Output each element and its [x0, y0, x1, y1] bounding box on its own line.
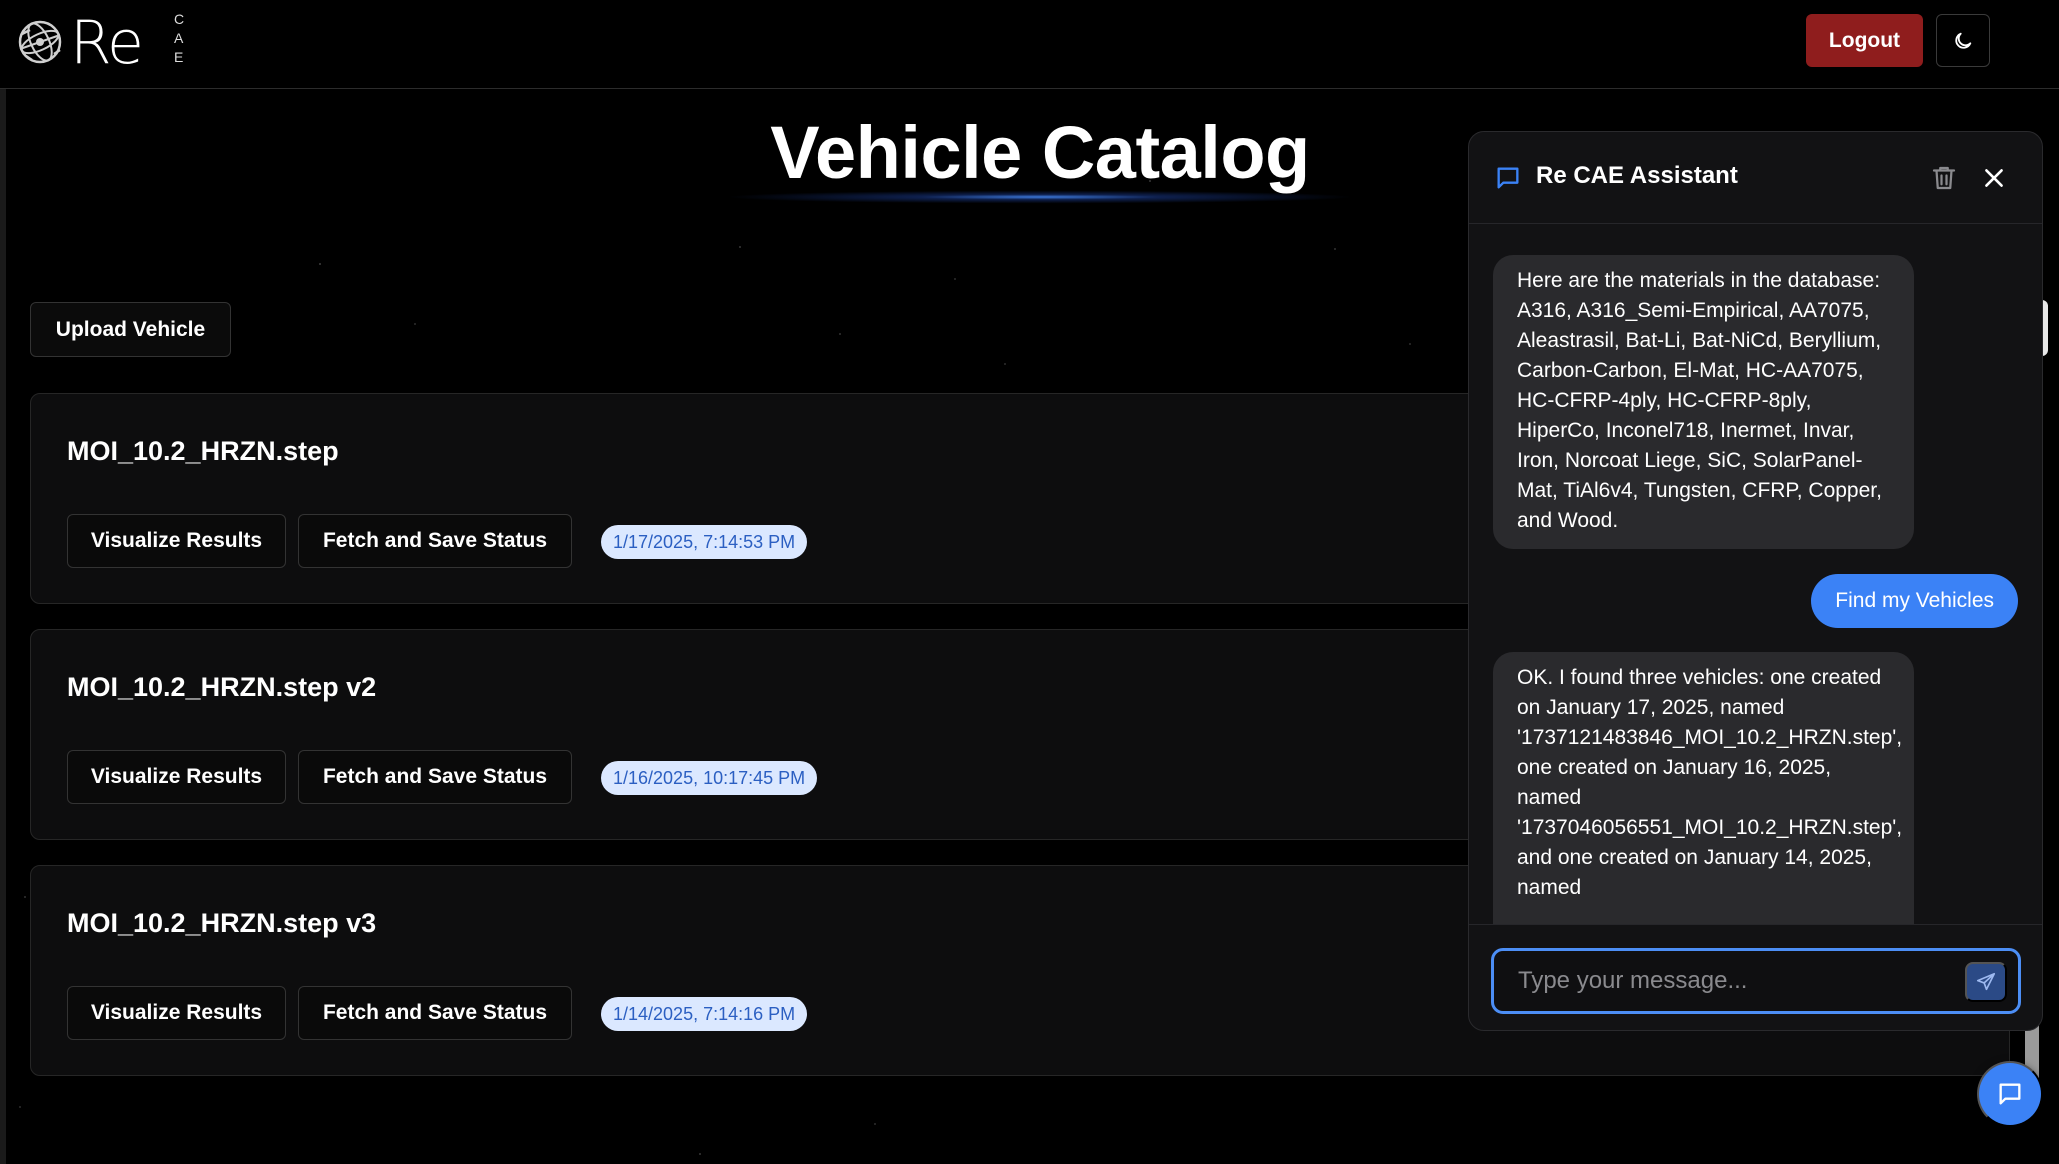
chat-footer [1469, 924, 2042, 1030]
timestamp-badge: 1/16/2025, 10:17:45 PM [601, 761, 818, 795]
upload-vehicle-button[interactable]: Upload Vehicle [30, 302, 231, 357]
chat-bubble-icon [1497, 167, 1519, 189]
logo-sub-letter: C [174, 11, 185, 27]
vehicle-name: MOI_10.2_HRZN.step v3 [67, 908, 377, 938]
trash-icon[interactable] [1929, 163, 1959, 193]
top-bar: Re C A E Logout [0, 0, 2059, 89]
logout-button[interactable]: Logout [1806, 14, 1923, 67]
fetch-save-status-button[interactable]: Fetch and Save Status [298, 750, 572, 804]
vehicle-name: MOI_10.2_HRZN.step [67, 436, 339, 466]
chat-header: Re CAE Assistant [1469, 132, 2042, 224]
logo-sub-letter: E [174, 49, 184, 65]
assistant-message: OK. I found three vehicles: one created … [1493, 652, 1914, 924]
timestamp-badge: 1/17/2025, 7:14:53 PM [601, 525, 808, 559]
visualize-results-button[interactable]: Visualize Results [67, 514, 286, 568]
chat-panel: Re CAE Assistant Here are the materials … [1468, 131, 2043, 1031]
visualize-results-button[interactable]: Visualize Results [67, 986, 286, 1040]
vehicle-name: MOI_10.2_HRZN.step v2 [67, 672, 377, 702]
visualize-results-button[interactable]: Visualize Results [67, 750, 286, 804]
globe-logo-icon [18, 20, 62, 64]
close-icon[interactable] [1981, 165, 2007, 191]
page-title: Vehicle Catalog [770, 111, 1310, 194]
chat-title: Re CAE Assistant [1536, 162, 1738, 189]
message-input[interactable] [1491, 948, 2021, 1014]
chat-bubble-icon [1999, 1083, 2021, 1105]
logo-sub-letter: A [174, 30, 184, 46]
logo-subtext: C A E [174, 10, 184, 67]
chat-messages[interactable]: Here are the materials in the database: … [1469, 225, 2042, 924]
fetch-save-status-button[interactable]: Fetch and Save Status [298, 514, 572, 568]
left-edge [0, 89, 6, 1164]
send-icon [1976, 972, 1996, 991]
title-underline-glow [700, 190, 1380, 204]
theme-toggle-button[interactable] [1936, 14, 1990, 67]
logo[interactable]: Re C A E [14, 8, 184, 78]
fetch-save-status-button[interactable]: Fetch and Save Status [298, 986, 572, 1040]
assistant-message: Here are the materials in the database: … [1493, 255, 1914, 549]
logo-text: Re [70, 8, 144, 78]
timestamp-badge: 1/14/2025, 7:14:16 PM [601, 997, 808, 1031]
chat-toggle-button[interactable] [1977, 1061, 2043, 1127]
user-message: Find my Vehicles [1811, 574, 2018, 628]
send-button[interactable] [1965, 962, 2007, 1002]
moon-icon [1955, 32, 1972, 49]
